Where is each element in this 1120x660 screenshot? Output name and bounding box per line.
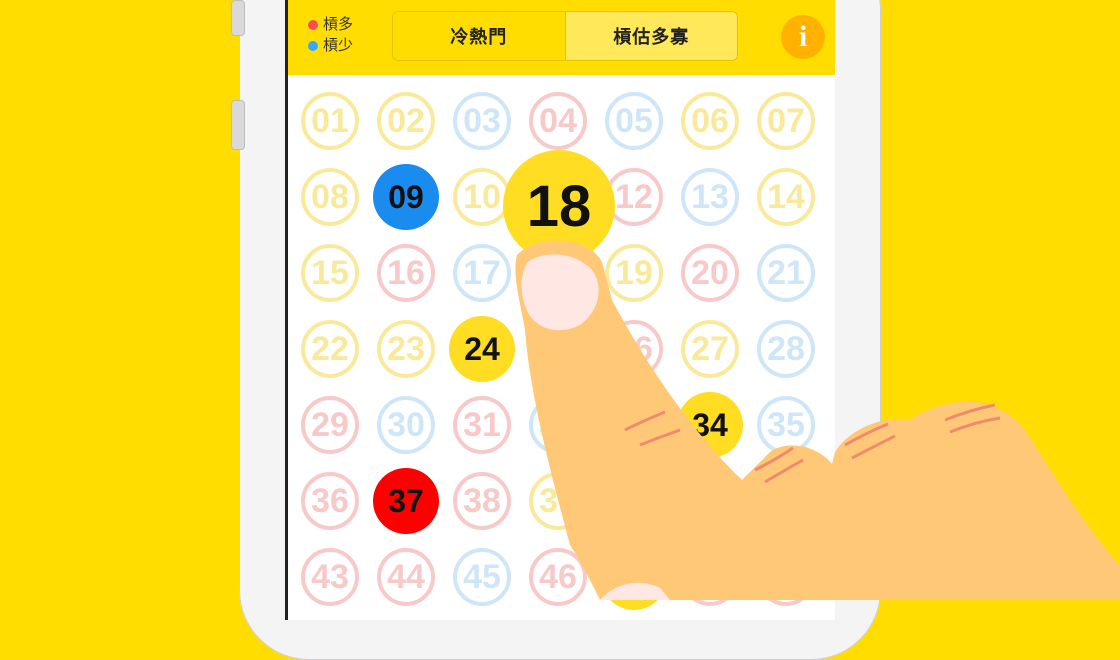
hand-shape	[515, 240, 1120, 600]
pointing-hand-illustration	[515, 240, 1120, 600]
